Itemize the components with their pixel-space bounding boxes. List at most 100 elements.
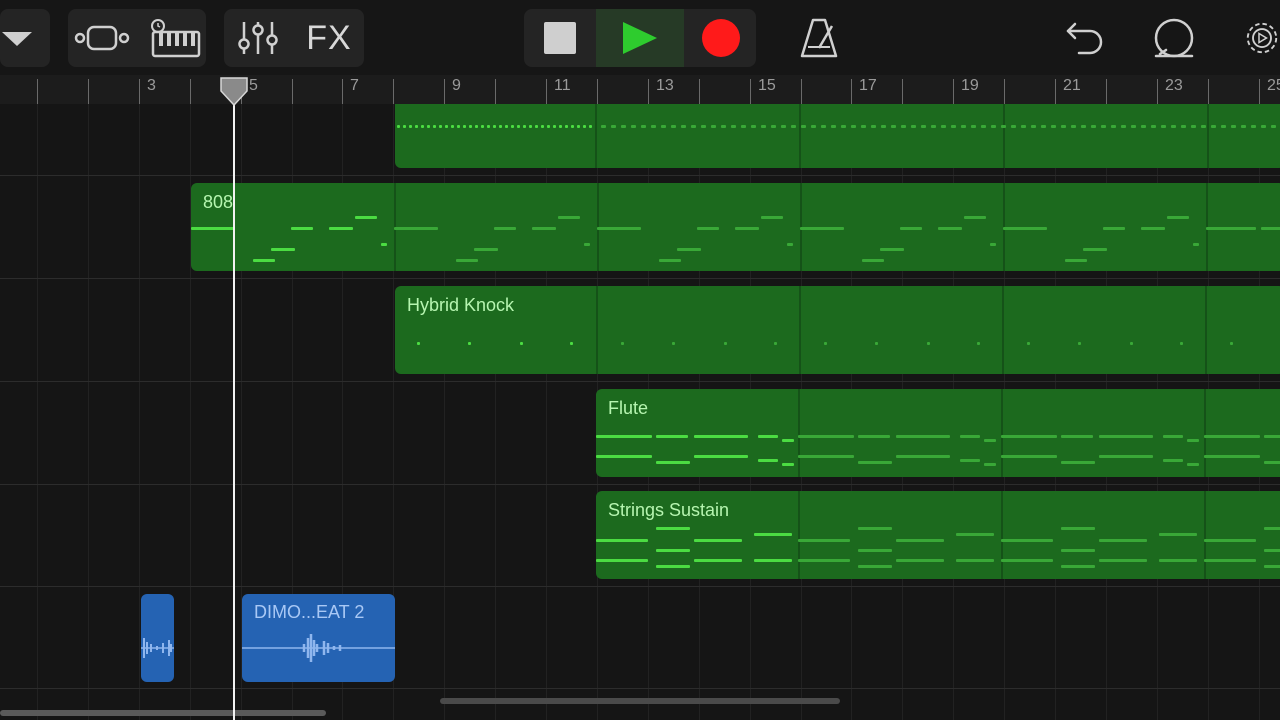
bar-number: 17 [859,77,877,94]
midi-note [253,259,275,262]
midi-note [529,125,532,128]
track-scrollbar[interactable] [0,710,326,716]
region-flute[interactable]: Flute [596,389,1280,477]
bar-tick [546,79,547,104]
bar-tick [88,79,89,104]
bar-tick [495,79,496,104]
midi-note [1027,342,1030,345]
midi-note [481,125,484,128]
region-808[interactable]: 808 [191,183,1280,271]
audio-region-small[interactable] [141,594,174,682]
midi-note [758,459,778,462]
midi-note [1230,342,1233,345]
midi-note [1001,455,1057,458]
smart-keyboard-icon[interactable] [145,9,203,67]
bar-number: 3 [147,77,156,94]
midi-note [523,125,526,128]
loop-browser-icon[interactable] [1150,9,1198,67]
bar-number: 23 [1165,77,1183,94]
metronome-icon[interactable] [796,9,842,67]
midi-note [981,125,986,128]
midi-note [541,125,544,128]
playhead-line[interactable] [233,90,235,720]
midi-note [659,259,681,262]
midi-note [596,539,648,542]
bar-tick [750,79,751,104]
midi-note [493,125,496,128]
midi-note [1071,125,1076,128]
undo-icon[interactable] [1062,9,1108,67]
midi-note [731,125,736,128]
midi-note [1204,435,1260,438]
midi-note [403,125,406,128]
midi-note [468,342,471,345]
midi-note [421,125,424,128]
bar-tick [139,79,140,104]
midi-note [984,439,996,442]
bar-number: 25 [1267,77,1280,94]
midi-note [990,243,996,246]
midi-note [961,125,966,128]
midi-note [597,227,641,230]
region-loop-boundary [596,286,598,374]
stop-button[interactable] [528,9,592,67]
region-label-strings-sustain: Strings Sustain [608,500,730,520]
midi-note [1041,125,1046,128]
bar-tick [902,79,903,104]
midi-note [896,559,944,562]
midi-note [596,559,648,562]
midi-note [596,455,652,458]
midi-note [329,227,353,230]
midi-note [1167,216,1189,219]
midi-note [596,435,652,438]
midi-note [511,125,514,128]
tracks-area[interactable]: 808 Hybrid Knock Flute Strings Sustain D… [0,104,1280,720]
region-strings-sustain[interactable]: Strings Sustain [596,491,1280,579]
midi-note [1091,125,1096,128]
region-loop-boundary [798,491,800,579]
record-button[interactable] [690,9,752,67]
midi-note [474,248,498,251]
midi-note [858,461,892,464]
settings-icon[interactable] [1240,9,1280,67]
track-separator [0,175,1280,176]
midi-note [1187,439,1199,442]
midi-note [651,125,656,128]
bar-tick [393,79,394,104]
midi-note [911,125,916,128]
track-separator [0,484,1280,485]
region-hybrid-knock[interactable]: Hybrid Knock [395,286,1280,374]
midi-note [1061,125,1066,128]
region-loop-boundary [595,104,597,168]
tracks-view-icon[interactable] [72,9,132,67]
midi-note [656,461,690,464]
bar-tick [699,79,700,104]
midi-note [1051,125,1056,128]
midi-note [433,125,436,128]
midi-note [1163,459,1183,462]
midi-note [761,125,766,128]
play-button[interactable] [596,9,684,67]
midi-note [724,342,727,345]
bar-tick [1157,79,1158,104]
midi-note [831,125,836,128]
mixer-icon[interactable] [232,9,284,67]
timeline-scrollbar[interactable] [440,698,840,704]
midi-note [445,125,448,128]
bar-tick [37,79,38,104]
midi-note [896,539,944,542]
midi-note [577,125,580,128]
timeline-ruler[interactable]: 3 5 7 9 11 13 15 17 19 21 23 25 [0,75,1280,105]
region-top-track[interactable] [395,104,1280,168]
midi-note [499,125,502,128]
midi-note [971,125,976,128]
midi-note [1206,227,1256,230]
audio-region-dimo[interactable]: DIMO...EAT 2 [242,594,395,682]
midi-note [1163,435,1183,438]
track-separator [0,586,1280,587]
dropdown-icon[interactable] [0,9,34,67]
region-loop-boundary [799,104,801,168]
fx-button[interactable]: FX [298,9,360,67]
playhead-handle[interactable] [220,77,248,107]
midi-note [397,125,400,128]
